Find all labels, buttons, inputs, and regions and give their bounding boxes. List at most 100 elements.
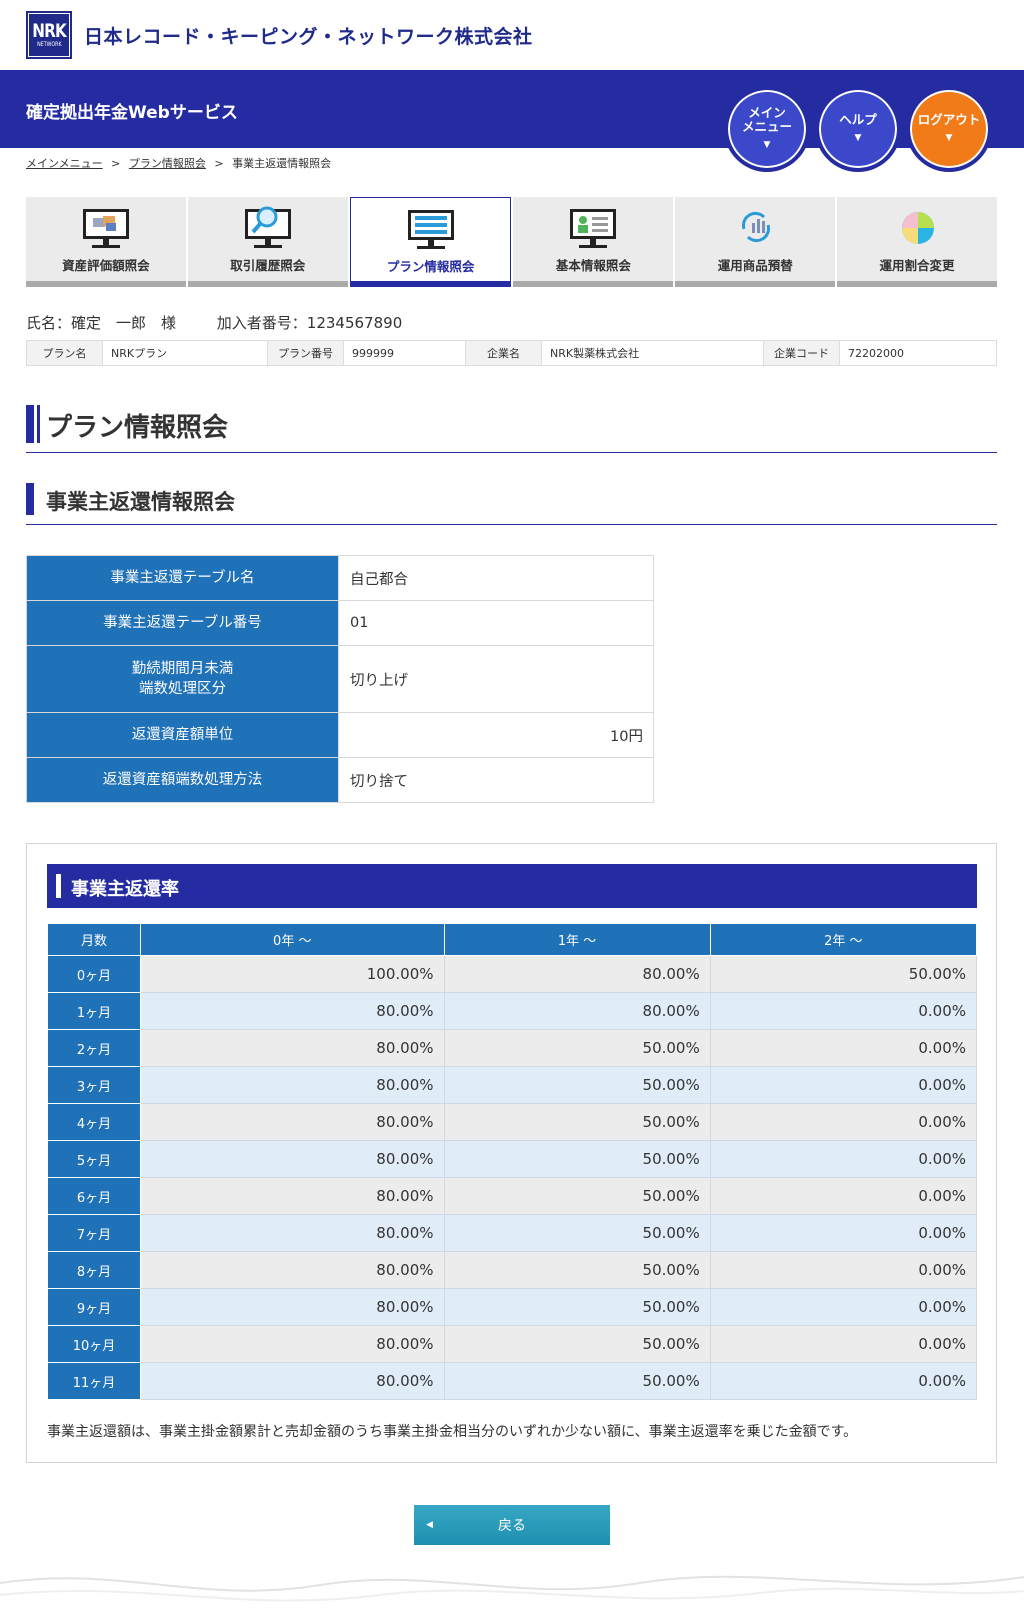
rate-cell: 50.00% (443, 1103, 711, 1141)
return-rate-note: 事業主返還額は、事業主掛金額累計と売却金額のうち事業主掛金相当分のいずれか少ない… (47, 1424, 858, 1440)
chevron-down-icon: ▼ (854, 133, 862, 143)
help-button[interactable]: ヘルプ ▼ (815, 86, 901, 172)
table-value: 10円 (338, 712, 654, 758)
table-row: 6ヶ月 80.00% 50.00% 0.00% (47, 1177, 978, 1215)
rate-cell: 80.00% (140, 1103, 445, 1141)
nrk-logo[interactable]: NRK NETWORK (26, 11, 72, 59)
main-menu-label-2: メニュー (741, 119, 792, 134)
rate-cell: 50.00% (443, 1325, 711, 1363)
rate-cell: 50.00% (709, 955, 978, 993)
rate-cell: 50.00% (443, 1214, 711, 1252)
user-name: 氏名：確定 一郎 様 (26, 314, 177, 332)
month-cell: 10ヶ月 (47, 1325, 141, 1363)
table-row: 返還資産額端数処理方法 切り捨て (26, 757, 654, 803)
breadcrumb-separator: > (214, 157, 224, 170)
pie-chart-icon (892, 209, 942, 249)
magnifier-monitor-icon (243, 206, 293, 249)
list-monitor-icon (406, 210, 456, 250)
month-cell: 11ヶ月 (47, 1362, 141, 1400)
plan-number-value: 999999 (344, 341, 466, 365)
table-row: 勤続期間月未満 端数処理区分 切り上げ (26, 645, 654, 713)
page-title: プラン情報照会 (46, 413, 229, 443)
back-arrow-icon: ◀ (426, 1520, 433, 1530)
breadcrumb-separator: > (111, 157, 121, 170)
tab-transaction-history[interactable]: 取引履歴照会 (187, 197, 348, 287)
company-name: 日本レコード・キーピング・ネットワーク株式会社 (84, 25, 533, 48)
return-rate-heading: 事業主返還率 (47, 864, 977, 908)
month-cell: 5ヶ月 (47, 1140, 141, 1178)
table-value: 切り上げ (338, 645, 654, 713)
breadcrumb: メインメニュー > プラン情報照会 > 事業主返還情報照会 (26, 155, 331, 171)
rate-cell: 0.00% (709, 1362, 978, 1400)
table-row: 2ヶ月 80.00% 50.00% 0.00% (47, 1029, 978, 1067)
rate-cell: 80.00% (140, 1251, 445, 1289)
label-line-2: 端数処理区分 (139, 681, 226, 697)
logo-subtext: NETWORK (36, 41, 62, 48)
rate-cell: 80.00% (140, 1177, 445, 1215)
rate-cell: 80.00% (443, 955, 711, 993)
table-label: 事業主返還テーブル番号 (26, 600, 339, 646)
table-label: 返還資産額端数処理方法 (26, 757, 339, 803)
month-cell: 2ヶ月 (47, 1029, 141, 1067)
site-header: NRK NETWORK 日本レコード・キーピング・ネットワーク株式会社 (0, 0, 1024, 70)
table-row: 4ヶ月 80.00% 50.00% 0.00% (47, 1103, 978, 1141)
table-row: 11ヶ月 80.00% 50.00% 0.00% (47, 1362, 978, 1400)
back-button[interactable]: ◀ 戻る (414, 1505, 610, 1545)
table-row: 9ヶ月 80.00% 50.00% 0.00% (47, 1288, 978, 1326)
rate-cell: 50.00% (443, 1066, 711, 1104)
rate-cell: 80.00% (140, 1066, 445, 1104)
rate-cell: 100.00% (140, 955, 445, 993)
plan-name-value: NRKプラン (103, 341, 268, 365)
table-label: 返還資産額単位 (26, 712, 339, 758)
rate-cell: 50.00% (443, 1029, 711, 1067)
rate-cell: 80.00% (140, 1140, 445, 1178)
column-header: 月数 (47, 923, 141, 956)
rate-cell: 0.00% (709, 1066, 978, 1104)
month-cell: 3ヶ月 (47, 1066, 141, 1104)
rate-cell: 0.00% (709, 1140, 978, 1178)
table-row: 10ヶ月 80.00% 50.00% 0.00% (47, 1325, 978, 1363)
rate-cell: 0.00% (709, 1103, 978, 1141)
chevron-down-icon: ▼ (763, 140, 771, 150)
asset-monitor-icon (81, 209, 131, 249)
month-cell: 4ヶ月 (47, 1103, 141, 1141)
return-rate-table: 月数 0年 〜 1年 〜 2年 〜 0ヶ月 100.00% 80.00% 50.00%… (47, 923, 978, 1400)
month-cell: 7ヶ月 (47, 1214, 141, 1252)
column-header: 1年 〜 (443, 923, 711, 956)
table-row: 事業主返還テーブル名 自己都合 (26, 555, 654, 601)
month-cell: 1ヶ月 (47, 992, 141, 1030)
refresh-chart-icon (730, 209, 780, 249)
table-header-row: 月数 0年 〜 1年 〜 2年 〜 (47, 923, 978, 956)
month-cell: 0ヶ月 (47, 955, 141, 993)
column-header: 2年 〜 (709, 923, 978, 956)
rate-cell: 0.00% (709, 1251, 978, 1289)
table-row: 返還資産額単位 10円 (26, 712, 654, 758)
tab-plan-info[interactable]: プラン情報照会 (349, 197, 512, 287)
logout-button[interactable]: ログアウト ▼ (906, 86, 992, 172)
back-label: 戻る (498, 1518, 526, 1534)
employer-return-info-table: 事業主返還テーブル名 自己都合 事業主返還テーブル番号 01 勤続期間月未満 端数… (26, 555, 654, 803)
breadcrumb-main-menu[interactable]: メインメニュー (26, 157, 103, 170)
main-menu-label-1: メイン (748, 105, 786, 120)
tab-product-switch[interactable]: 運用商品預替 (675, 197, 836, 287)
breadcrumb-plan-info[interactable]: プラン情報照会 (129, 157, 206, 170)
rate-cell: 0.00% (709, 1177, 978, 1215)
rate-cell: 80.00% (443, 992, 711, 1030)
rate-cell: 0.00% (709, 1288, 978, 1326)
plan-number-label: プラン番号 (268, 341, 344, 365)
logout-label: ログアウト (917, 112, 981, 127)
table-row: 5ヶ月 80.00% 50.00% 0.00% (47, 1140, 978, 1178)
tab-asset-valuation[interactable]: 資産評価額照会 (26, 197, 186, 287)
return-rate-panel: 事業主返還率 月数 0年 〜 1年 〜 2年 〜 0ヶ月 100.00% 80.00… (26, 843, 997, 1463)
company-code-value: 72202000 (848, 346, 904, 360)
breadcrumb-current: 事業主返還情報照会 (232, 157, 332, 170)
tab-allocation-change[interactable]: 運用割合変更 (837, 197, 997, 287)
month-cell: 6ヶ月 (47, 1177, 141, 1215)
tab-label: 取引履歴照会 (230, 258, 306, 273)
rate-cell: 80.00% (140, 1288, 445, 1326)
column-header: 0年 〜 (140, 923, 445, 956)
rate-cell: 0.00% (709, 992, 978, 1030)
tab-basic-info[interactable]: 基本情報照会 (513, 197, 674, 287)
main-menu-button[interactable]: メイン メニュー ▼ (724, 86, 810, 172)
rate-cell: 80.00% (140, 1214, 445, 1252)
